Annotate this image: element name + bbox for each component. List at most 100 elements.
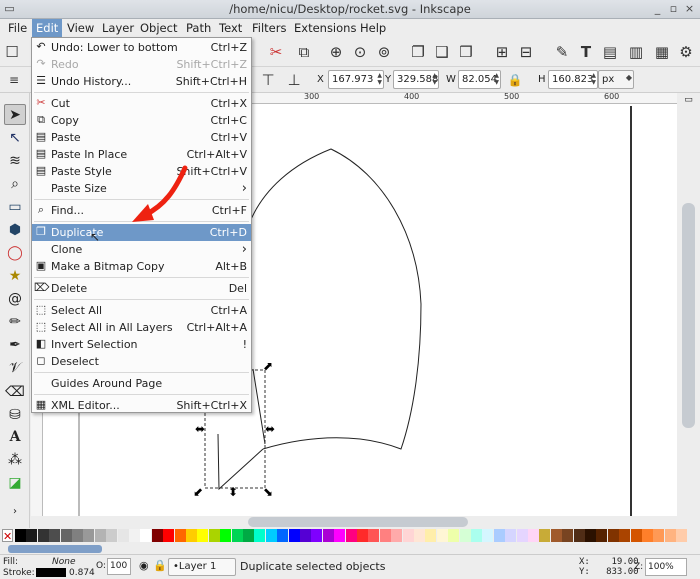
star-tool-icon[interactable]: ★: [4, 266, 26, 287]
color-swatch[interactable]: [391, 529, 403, 542]
hscroll-thumb[interactable]: [248, 517, 468, 527]
palette-scroll-thumb[interactable]: [8, 545, 102, 553]
color-swatch[interactable]: [94, 529, 106, 542]
menu-item-paste[interactable]: ▤ Paste Ctrl+V: [32, 129, 251, 146]
scale-handle-icon[interactable]: ⬌: [195, 422, 205, 436]
opacity-input[interactable]: 100: [107, 558, 131, 575]
color-swatch[interactable]: [254, 529, 266, 542]
palette-scrollbar[interactable]: [0, 544, 700, 554]
color-swatch[interactable]: [585, 529, 596, 542]
fill-value[interactable]: None: [52, 557, 75, 567]
menu-object[interactable]: Object: [136, 19, 181, 37]
color-swatch[interactable]: [49, 529, 61, 542]
color-swatch[interactable]: [379, 529, 391, 542]
menu-help[interactable]: Help: [356, 19, 390, 37]
color-swatch[interactable]: [573, 529, 585, 542]
color-swatch[interactable]: [459, 529, 471, 542]
document-properties-icon[interactable]: ⚙: [676, 42, 696, 62]
clone-icon[interactable]: ❑: [432, 42, 452, 62]
ruler-toggle-icon[interactable]: ▭: [682, 95, 695, 109]
layer-selector[interactable]: •Layer 1: [168, 558, 236, 576]
menu-view[interactable]: View: [63, 19, 98, 37]
color-swatch[interactable]: [83, 529, 95, 542]
color-swatch[interactable]: [414, 529, 425, 542]
color-swatch[interactable]: [436, 529, 448, 542]
text-font-icon[interactable]: T: [576, 42, 596, 62]
eraser-tool-icon[interactable]: ⌫: [4, 382, 26, 403]
color-swatch[interactable]: [471, 529, 482, 542]
menu-item-deselect[interactable]: ◻ Deselect: [32, 353, 251, 370]
minimize-icon[interactable]: _: [651, 3, 664, 16]
color-swatch[interactable]: [37, 529, 49, 542]
menu-path[interactable]: Path: [182, 19, 215, 37]
menu-filters[interactable]: Filters: [248, 19, 290, 37]
menu-extensions[interactable]: Extensions: [290, 19, 360, 37]
menu-item-redo[interactable]: ↷ Redo Shift+Ctrl+Z: [32, 56, 251, 73]
xml-editor-icon[interactable]: ▤: [600, 42, 620, 62]
color-swatch[interactable]: [311, 529, 323, 542]
rocket-body-path[interactable]: [248, 148, 422, 450]
zoom-input[interactable]: 100%: [645, 558, 687, 576]
node-tool-icon[interactable]: ↖: [4, 128, 26, 149]
preferences-icon[interactable]: ▦: [652, 42, 672, 62]
menu-item-xml-editor[interactable]: ▦ XML Editor... Shift+Ctrl+X: [32, 397, 251, 414]
menu-layer[interactable]: Layer: [98, 19, 138, 37]
duplicate-icon[interactable]: ❐: [408, 42, 428, 62]
menu-item-clone[interactable]: Clone ›: [32, 241, 251, 258]
menu-item-copy[interactable]: ⧉ Copy Ctrl+C: [32, 112, 251, 129]
color-swatch[interactable]: [163, 529, 175, 542]
y-input[interactable]: 329.588 ▲ ▼: [393, 70, 439, 89]
unlink-clone-icon[interactable]: ❒: [456, 42, 476, 62]
tweak-tool-icon[interactable]: ≋: [4, 151, 26, 172]
color-swatch[interactable]: [197, 529, 209, 542]
pen-tool-icon[interactable]: ✒: [4, 335, 26, 356]
color-swatch[interactable]: [208, 529, 220, 542]
close-icon[interactable]: ×: [683, 3, 696, 16]
spray-tool-icon[interactable]: ⁂: [4, 450, 26, 471]
spin-arrows-icon[interactable]: ▲ ▼: [377, 72, 382, 86]
menu-item-cut[interactable]: ✂ Cut Ctrl+X: [32, 95, 251, 112]
selector-tool-icon[interactable]: ➤: [4, 104, 26, 125]
horizontal-scrollbar[interactable]: [43, 516, 677, 528]
lock-layer-icon[interactable]: 🔒: [153, 559, 167, 572]
gradient-tool-icon[interactable]: ◪: [4, 473, 26, 494]
color-swatch[interactable]: [642, 529, 653, 542]
vertical-scrollbar[interactable]: ▭: [677, 93, 700, 528]
spin-arrows-icon[interactable]: ▲ ▼: [591, 72, 596, 86]
text-tool-icon[interactable]: A: [4, 427, 26, 448]
scale-handle-icon[interactable]: ⬊: [263, 485, 273, 499]
color-swatch[interactable]: [357, 529, 368, 542]
scale-handle-icon[interactable]: ⬍: [228, 485, 238, 499]
menu-text[interactable]: Text: [215, 19, 246, 37]
h-input[interactable]: 160.823 ▲ ▼: [548, 70, 598, 89]
x-input[interactable]: 167.973 ▲ ▼: [328, 70, 384, 89]
ungroup-icon[interactable]: ⊟: [516, 42, 536, 62]
menu-item-undo-history[interactable]: ☰ Undo History... Shift+Ctrl+H: [32, 73, 251, 90]
color-swatch[interactable]: [653, 529, 665, 542]
color-swatch[interactable]: [300, 529, 311, 542]
maximize-icon[interactable]: ▫: [667, 3, 680, 16]
color-swatch[interactable]: [630, 529, 642, 542]
menu-file[interactable]: File: [4, 19, 31, 37]
scale-handle-icon[interactable]: ⬋: [193, 485, 203, 499]
lower-to-bottom-icon[interactable]: ⊥: [284, 70, 304, 90]
menu-item-select-all[interactable]: ⬚ Select All Ctrl+A: [32, 302, 251, 319]
rectangle-tool-icon[interactable]: ▭: [4, 197, 26, 218]
color-swatch[interactable]: [528, 529, 539, 542]
no-paint-icon[interactable]: ✕: [2, 529, 13, 543]
cut-icon[interactable]: ✂: [266, 42, 286, 62]
menu-item-guides-around-page[interactable]: Guides Around Page: [32, 375, 251, 392]
color-swatch[interactable]: [220, 529, 232, 542]
menu-item-delete[interactable]: ⌦ Delete Del: [32, 280, 251, 297]
color-swatch[interactable]: [368, 529, 380, 542]
spin-arrows-icon[interactable]: ▲ ▼: [432, 72, 437, 86]
spin-arrows-icon[interactable]: ▲ ▼: [494, 72, 499, 86]
color-swatch[interactable]: [140, 529, 152, 542]
color-swatch[interactable]: [664, 529, 676, 542]
color-swatch[interactable]: [345, 529, 357, 542]
menu-item-undo-lower-to-bottom[interactable]: ↶ Undo: Lower to bottom Ctrl+Z: [32, 39, 251, 56]
color-swatch[interactable]: [186, 529, 197, 542]
color-swatch[interactable]: [539, 529, 551, 542]
menu-item-select-all-in-all-layers[interactable]: ⬚ Select All in All Layers Ctrl+Alt+A: [32, 319, 251, 336]
new-document-icon[interactable]: ☐: [2, 42, 22, 62]
